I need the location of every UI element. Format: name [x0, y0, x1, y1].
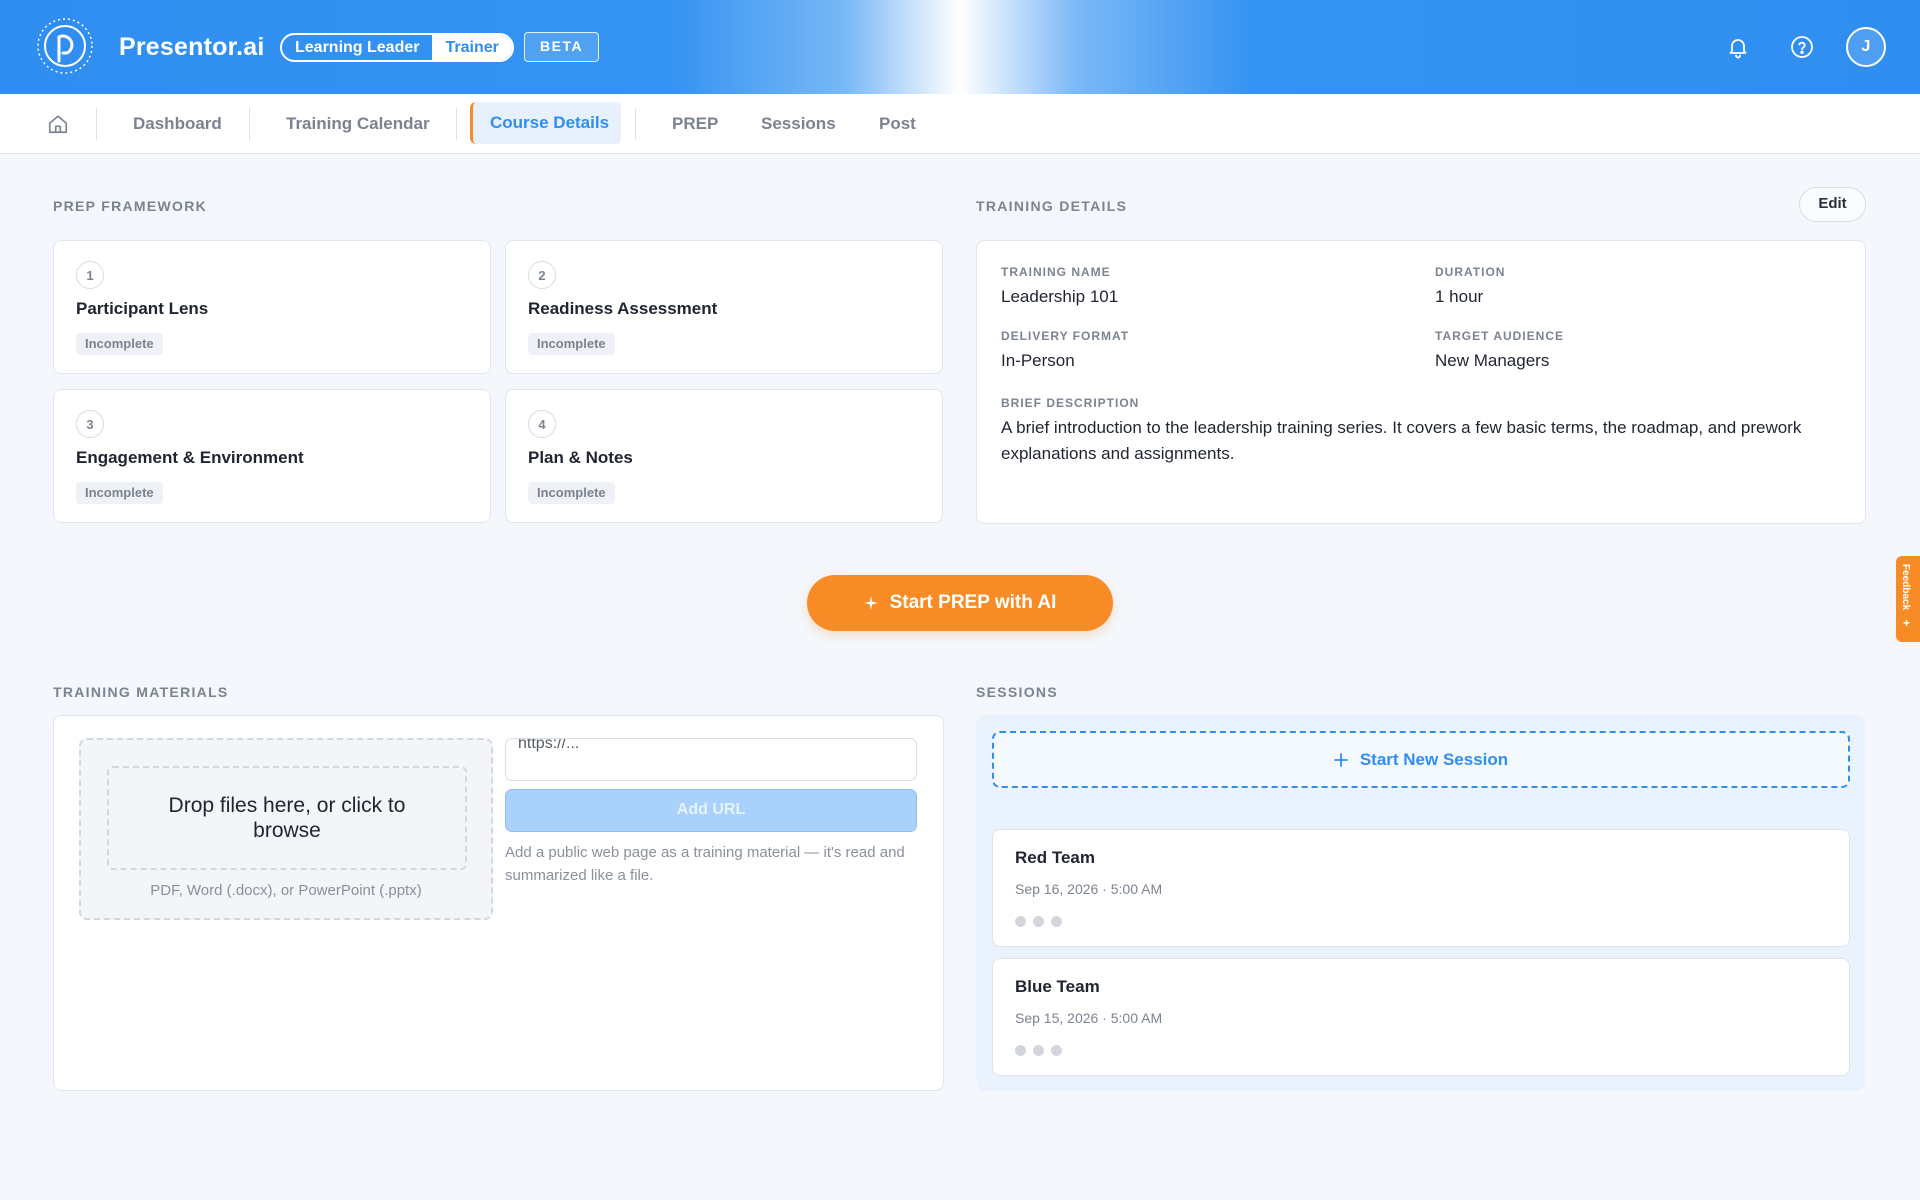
nav-sessions[interactable]: Sessions — [761, 94, 836, 154]
step-title: Engagement & Environment — [76, 448, 304, 467]
plus-icon: + — [1903, 616, 1911, 630]
feedback-side-tab[interactable]: Feedback + — [1896, 556, 1920, 642]
session-card[interactable]: Red Team Sep 16, 2026 · 5:00 AM — [992, 829, 1850, 947]
nav-divider — [249, 108, 250, 140]
training-materials-card: Drop files here, or click to browse PDF,… — [53, 715, 944, 1091]
status-badge: Incomplete — [76, 482, 163, 504]
help-icon[interactable] — [1787, 32, 1817, 62]
step-title: Participant Lens — [76, 299, 209, 318]
training-details-title: TRAINING DETAILS — [976, 198, 1128, 214]
training-materials-title: TRAINING MATERIALS — [53, 684, 229, 700]
duration-label: DURATION — [1435, 265, 1506, 279]
role-learning-leader[interactable]: Learning Leader — [282, 35, 432, 60]
sparkle-icon — [863, 596, 878, 610]
nav-dashboard[interactable]: Dashboard — [133, 94, 222, 154]
sessions-title: SESSIONS — [976, 684, 1058, 700]
nav-divider — [635, 108, 636, 140]
start-prep-ai-button[interactable]: Start PREP with AI — [807, 575, 1113, 631]
plus-icon — [1333, 752, 1348, 767]
feedback-tab-label: Feedback — [1900, 564, 1911, 611]
edit-button[interactable]: Edit — [1799, 187, 1866, 222]
start-new-session-label: Start New Session — [1359, 749, 1509, 769]
duration-value: 1 hour — [1435, 287, 1484, 306]
status-badge: Incomplete — [76, 333, 163, 355]
step-number: 4 — [528, 410, 556, 438]
role-toggle: Learning Leader Trainer — [280, 33, 514, 62]
start-new-session-button[interactable]: Start New Session — [992, 731, 1850, 788]
url-help-text: Add a public web page as a training mate… — [505, 844, 905, 884]
training-name-label: TRAINING NAME — [1001, 265, 1111, 279]
step-title: Readiness Assessment — [528, 299, 718, 318]
url-input-placeholder: https://... — [518, 738, 580, 752]
prep-step-card[interactable]: 4 Plan & Notes Incomplete — [505, 389, 943, 523]
delivery-format-label: DELIVERY FORMAT — [1001, 329, 1130, 343]
session-date: Sep 16, 2026 · 5:00 AM — [1015, 881, 1163, 897]
step-number: 1 — [76, 261, 104, 289]
prep-step-card[interactable]: 1 Participant Lens Incomplete — [53, 240, 491, 374]
prep-framework-title: PREP FRAMEWORK — [53, 198, 208, 214]
session-card[interactable]: Blue Team Sep 15, 2026 · 5:00 AM — [992, 958, 1850, 1076]
session-progress-dots — [1015, 1045, 1062, 1056]
nav-prep[interactable]: PREP — [672, 94, 718, 154]
nav-course-details-label: Course Details — [490, 113, 610, 132]
main-nav: Dashboard Training Calendar Course Detai… — [0, 94, 1920, 154]
beta-badge: BETA — [524, 32, 600, 62]
step-number: 3 — [76, 410, 104, 438]
session-name: Red Team — [1015, 848, 1095, 867]
dropzone-hint: PDF, Word (.docx), or PowerPoint (.pptx) — [150, 882, 422, 899]
delivery-format-value: In-Person — [1001, 351, 1075, 370]
training-details-card: TRAINING NAME Leadership 101 DURATION 1 … — [976, 240, 1866, 524]
nav-divider — [456, 108, 457, 140]
session-progress-dots — [1015, 916, 1062, 927]
status-badge: Incomplete — [528, 333, 615, 355]
prep-step-card[interactable]: 3 Engagement & Environment Incomplete — [53, 389, 491, 523]
brief-description-label: BRIEF DESCRIPTION — [1001, 396, 1140, 410]
url-input[interactable]: https://... — [505, 738, 917, 781]
file-dropzone[interactable]: Drop files here, or click to browse PDF,… — [79, 738, 493, 920]
dropzone-text: Drop files here, or click to browse — [107, 766, 467, 870]
user-avatar[interactable]: J — [1846, 27, 1886, 67]
session-name: Blue Team — [1015, 977, 1100, 996]
nav-post[interactable]: Post — [879, 94, 916, 154]
app-header: Presentor.ai Learning Leader Trainer BET… — [0, 0, 1920, 94]
notifications-bell-icon[interactable] — [1723, 32, 1753, 62]
presentor-logo-icon[interactable] — [36, 17, 94, 75]
sessions-panel: Start New Session Red Team Sep 16, 2026 … — [976, 715, 1866, 1091]
step-title: Plan & Notes — [528, 448, 633, 467]
training-name-value: Leadership 101 — [1001, 287, 1119, 306]
prep-step-card[interactable]: 2 Readiness Assessment Incomplete — [505, 240, 943, 374]
session-date: Sep 15, 2026 · 5:00 AM — [1015, 1010, 1163, 1026]
target-audience-label: TARGET AUDIENCE — [1435, 329, 1564, 343]
brand-name[interactable]: Presentor.ai — [119, 33, 265, 62]
nav-training-calendar[interactable]: Training Calendar — [286, 94, 430, 154]
step-number: 2 — [528, 261, 556, 289]
role-trainer[interactable]: Trainer — [432, 35, 512, 60]
nav-divider — [96, 108, 97, 140]
start-prep-ai-label: Start PREP with AI — [889, 592, 1057, 613]
status-badge: Incomplete — [528, 482, 615, 504]
target-audience-value: New Managers — [1435, 351, 1550, 370]
home-icon[interactable] — [47, 113, 69, 135]
nav-course-details[interactable]: Course Details — [470, 102, 621, 144]
add-url-button[interactable]: Add URL — [505, 789, 917, 832]
brief-description-value: A brief introduction to the leadership t… — [1001, 418, 1802, 463]
